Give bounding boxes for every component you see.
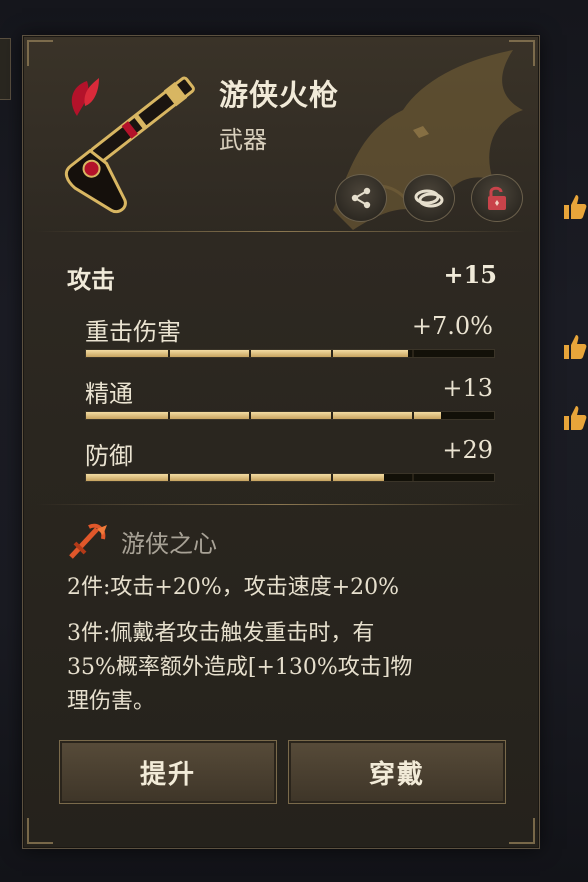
set-name: 游侠之心 — [121, 530, 217, 558]
thumbs-up-icon[interactable] — [560, 332, 588, 362]
bar-segment-divider — [249, 412, 252, 419]
sub-stat-value: +7.0% — [411, 312, 493, 340]
set-bonus-line: 理伤害。 — [67, 689, 156, 714]
sub-stat-bar-fill — [86, 474, 384, 481]
sub-stat-bar — [85, 411, 495, 420]
thumbs-up-icon[interactable] — [560, 192, 588, 222]
item-detail-panel: 游侠火枪 武器 攻击 +15 重击伤害 +7.0% 精通 +13 防御 +29 … — [22, 35, 540, 849]
sub-stat-bar — [85, 349, 495, 358]
sub-stat-value: +29 — [442, 436, 493, 464]
share-icon — [351, 187, 371, 209]
sub-stat-bar — [85, 473, 495, 482]
compare-rings-icon — [414, 189, 444, 208]
main-stat-row: 攻击 +15 — [67, 260, 497, 295]
set-bonus-line: 35%概率额外造成[+130%攻击]物 — [67, 655, 413, 680]
bar-segment-divider — [412, 412, 415, 419]
item-name: 游侠火枪 — [219, 78, 340, 112]
sub-stat-label: 重击伤害 — [85, 318, 181, 346]
unlock-icon — [488, 186, 506, 210]
bar-segment-divider — [412, 474, 415, 481]
upgrade-button[interactable]: 提升 — [59, 740, 277, 804]
bar-segment-divider — [167, 350, 170, 357]
bar-segment-divider — [167, 474, 170, 481]
compare-button[interactable] — [403, 174, 455, 222]
equip-button[interactable]: 穿戴 — [288, 740, 506, 804]
bar-segment-divider — [330, 474, 333, 481]
item-type: 武器 — [219, 126, 267, 154]
divider — [37, 231, 525, 232]
sub-stat-bar-fill — [86, 350, 409, 357]
main-stat-value: +15 — [443, 260, 497, 289]
frame-corner — [509, 818, 535, 844]
share-button[interactable] — [335, 174, 387, 222]
crossbow-set-icon — [69, 523, 107, 559]
bar-segment-divider — [167, 412, 170, 419]
bar-segment-divider — [412, 350, 415, 357]
frame-corner — [27, 818, 53, 844]
sub-stat-bar-fill — [86, 412, 441, 419]
bar-segment-divider — [330, 350, 333, 357]
set-bonus-line: 2件:攻击+20%，攻击速度+20% — [67, 575, 400, 600]
sub-stat-value: +13 — [442, 374, 493, 402]
divider — [37, 504, 525, 505]
sub-stat-label: 防御 — [85, 442, 133, 470]
flintlock-pistol-icon — [64, 76, 195, 214]
background-side-tab — [0, 38, 11, 100]
bar-segment-divider — [249, 474, 252, 481]
sub-stat-label: 精通 — [85, 380, 133, 408]
thumbs-up-icon[interactable] — [560, 403, 588, 433]
lock-button[interactable] — [471, 174, 523, 222]
main-stat-label: 攻击 — [67, 265, 115, 294]
bar-segment-divider — [249, 350, 252, 357]
bar-segment-divider — [330, 412, 333, 419]
set-bonus-line: 3件:佩戴者攻击触发重击时，有 — [67, 621, 375, 646]
